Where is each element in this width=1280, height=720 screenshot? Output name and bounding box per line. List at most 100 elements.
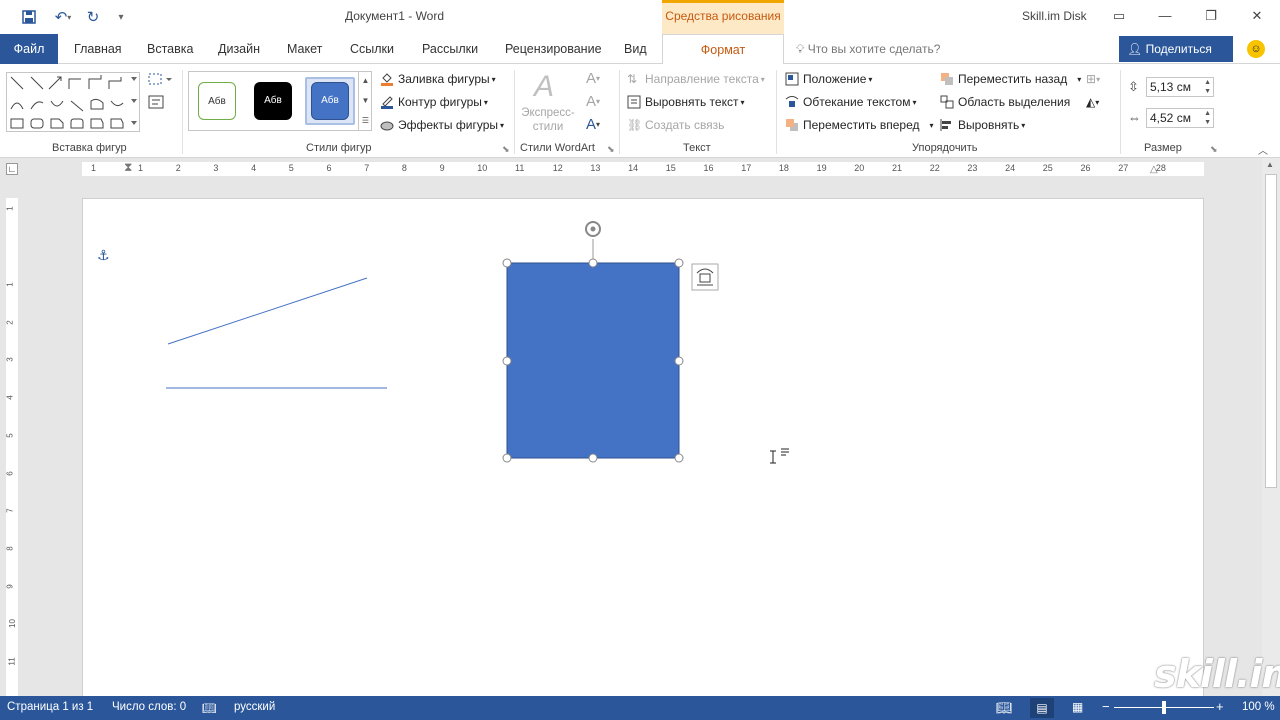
create-link-button[interactable]: ⛓︎ Создать связь — [627, 118, 724, 132]
scroll-up-arrow-icon[interactable]: ▲ — [1266, 160, 1274, 169]
customize-qat-icon[interactable]: ▾ — [112, 6, 130, 28]
shape-effects-button[interactable]: Эффекты фигуры ▾ — [380, 118, 504, 132]
draw-text-box-icon[interactable] — [148, 95, 164, 109]
indent-marker-icon[interactable]: ⧗ — [124, 160, 132, 175]
language[interactable]: русский — [234, 701, 275, 713]
account-name[interactable]: Skill.im Disk — [1022, 9, 1087, 23]
group-size-label: Размер — [1144, 142, 1182, 154]
shape-styles-launcher-icon[interactable]: ⬊ — [502, 144, 510, 155]
width-spinner-icon[interactable]: ▲ ▼ — [1204, 109, 1211, 127]
rotate-handle-icon[interactable] — [585, 221, 601, 237]
shape-width-input[interactable]: 4,52 см ▲ ▼ — [1146, 108, 1214, 128]
ribbon-display-options-icon[interactable]: ▭ — [1104, 4, 1134, 28]
group-separator — [514, 70, 515, 154]
text-fill-icon[interactable]: A ▾ — [586, 70, 600, 87]
tab-insert[interactable]: Вставка — [147, 34, 193, 64]
style-sample-selected-frame[interactable]: Абв — [305, 77, 355, 125]
right-indent-marker-icon[interactable]: △ — [1150, 164, 1158, 175]
wordart-quick-styles-icon[interactable]: A — [534, 70, 554, 104]
ribbon: Вставка фигур Абв Абв Абв ▲ ▼ ☰ Заливка … — [0, 64, 1280, 158]
tab-design[interactable]: Дизайн — [218, 34, 260, 64]
ruler-number: 21 — [892, 163, 903, 173]
tab-mailings[interactable]: Рассылки — [422, 34, 478, 64]
redo-icon[interactable]: ↻ — [82, 6, 104, 28]
close-icon[interactable]: ✕ — [1242, 4, 1272, 28]
text-effects-icon[interactable]: A ▾ — [586, 116, 600, 133]
layout-options-icon[interactable] — [691, 263, 719, 291]
edit-shape-icon[interactable] — [148, 72, 174, 86]
tell-me-search[interactable]: 💡︎ Что вы хотите сделать? — [796, 34, 940, 64]
tab-review[interactable]: Рецензирование — [505, 34, 602, 64]
tab-home[interactable]: Главная — [74, 34, 122, 64]
shapes-gallery-icons[interactable] — [7, 73, 139, 131]
undo-icon[interactable]: ↶ ▾ — [48, 6, 78, 28]
diagonal-line-shape[interactable] — [167, 277, 368, 345]
print-layout-icon[interactable]: ▤ — [1030, 698, 1054, 718]
selected-rectangle-shape[interactable] — [506, 262, 680, 459]
more-styles-icon[interactable]: ☰ — [359, 111, 372, 131]
word-count[interactable]: Число слов: 0 — [112, 701, 186, 713]
save-icon[interactable] — [18, 6, 40, 28]
resize-handle-right[interactable] — [674, 356, 684, 366]
resize-handle-top[interactable] — [588, 258, 598, 268]
restore-icon[interactable]: ❐ — [1196, 4, 1226, 28]
resize-handle-top-left[interactable] — [502, 258, 512, 268]
style-sample-outline[interactable]: Абв — [198, 82, 236, 120]
style-sample-blue: Абв — [311, 82, 349, 120]
ruler-number: 18 — [778, 163, 789, 173]
horizontal-ruler[interactable]: 1 1 2 3 4 5 6 7 8 9 10 11 12 13 14 15 16 17 18 19 20 21 22 23 24… — [82, 160, 1204, 176]
ruler-number: 26 — [1080, 163, 1091, 173]
tab-selector-icon[interactable]: ∟ — [6, 163, 18, 175]
send-backward-button[interactable]: Переместить назад ▾ — [940, 72, 1081, 86]
align-button[interactable]: Выровнять ▾ — [940, 118, 1025, 132]
height-spinner-icon[interactable]: ▲ ▼ — [1204, 78, 1211, 96]
shape-styles-gallery[interactable]: Абв Абв Абв — [188, 71, 372, 131]
wordart-launcher-icon[interactable]: ⬊ — [607, 144, 615, 155]
tab-layout[interactable]: Макет — [287, 34, 322, 64]
styles-gallery-scroll[interactable]: ▲ ▼ ☰ — [358, 71, 372, 131]
vertical-ruler[interactable]: 1 1 2 3 4 5 6 7 8 9 10 11 — [6, 198, 18, 698]
bring-forward-button[interactable]: Переместить вперед ▾ — [785, 118, 934, 132]
scrollbar-thumb[interactable] — [1265, 174, 1277, 488]
position-button[interactable]: Положение ▾ — [785, 72, 872, 86]
style-sample-dark[interactable]: Абв — [254, 82, 292, 120]
shape-height-input[interactable]: 5,13 см ▲ ▼ — [1146, 77, 1214, 97]
resize-handle-left[interactable] — [502, 356, 512, 366]
share-button[interactable]: 👤︎ Поделиться — [1119, 36, 1233, 62]
rotate-icon[interactable]: ◭ ▾ — [1086, 95, 1099, 109]
tab-view[interactable]: Вид — [624, 34, 647, 64]
document-page[interactable]: ⚓︎ — [82, 198, 1204, 698]
zoom-level[interactable]: 100 % — [1242, 701, 1275, 713]
tab-format[interactable]: Формат — [662, 34, 784, 65]
shapes-gallery[interactable] — [6, 72, 140, 132]
text-direction-button[interactable]: ⇅ Направление текста ▾ — [627, 72, 765, 86]
feedback-smiley-icon[interactable]: ☺ — [1247, 40, 1265, 58]
web-layout-icon[interactable]: ▦ — [1072, 700, 1083, 714]
tab-file[interactable]: Файл — [0, 34, 58, 64]
read-mode-icon[interactable]: 📖︎ — [996, 700, 1013, 716]
scroll-down-icon[interactable]: ▼ — [359, 91, 372, 111]
zoom-out-icon[interactable]: − — [1102, 699, 1110, 714]
wrap-text-button[interactable]: Обтекание текстом ▾ — [785, 95, 917, 109]
quick-styles-label[interactable]: Экспресс- стили — [520, 106, 576, 134]
shape-fill-button[interactable]: Заливка фигуры ▾ — [380, 72, 496, 86]
page-count[interactable]: Страница 1 из 1 — [7, 701, 93, 713]
zoom-in-icon[interactable]: + — [1216, 699, 1224, 714]
resize-handle-top-right[interactable] — [674, 258, 684, 268]
text-outline-icon[interactable]: A ▾ — [586, 93, 600, 110]
selection-pane-button[interactable]: Область выделения — [940, 95, 1070, 109]
vertical-scrollbar[interactable]: ▲ — [1262, 158, 1280, 696]
scroll-up-icon[interactable]: ▲ — [359, 71, 372, 91]
align-text-button[interactable]: Выровнять текст ▾ — [627, 95, 745, 109]
minimize-icon[interactable]: — — [1150, 4, 1180, 28]
size-launcher-icon[interactable]: ⬊ — [1210, 144, 1218, 155]
resize-handle-bottom[interactable] — [588, 453, 598, 463]
tab-references[interactable]: Ссылки — [350, 34, 394, 64]
proofing-icon[interactable]: 📖︎ — [202, 701, 217, 715]
zoom-slider-thumb[interactable] — [1162, 701, 1166, 714]
resize-handle-bottom-right[interactable] — [674, 453, 684, 463]
resize-handle-bottom-left[interactable] — [502, 453, 512, 463]
group-objects-icon[interactable]: ⊞ ▾ — [1086, 72, 1100, 86]
shape-outline-button[interactable]: Контур фигуры ▾ — [380, 95, 488, 109]
collapse-ribbon-icon[interactable]: ︿ — [1258, 142, 1268, 157]
